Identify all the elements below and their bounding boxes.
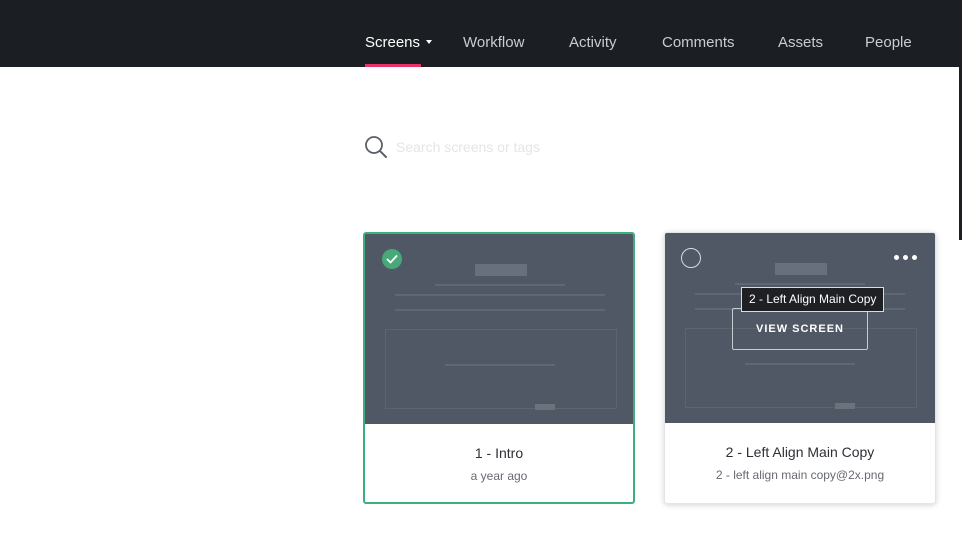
tab-assets[interactable]: Assets: [778, 34, 823, 51]
screen-name-tooltip: 2 - Left Align Main Copy: [741, 287, 885, 312]
screen-thumbnail[interactable]: [365, 234, 633, 424]
select-circle-icon[interactable]: [681, 248, 701, 268]
view-screen-button[interactable]: VIEW SCREEN: [732, 308, 868, 350]
tab-workflow[interactable]: Workflow: [463, 34, 524, 51]
thumbnail-logo: [475, 264, 527, 276]
search-icon[interactable]: [364, 135, 388, 159]
search-input[interactable]: [396, 136, 696, 158]
card-timestamp: a year ago: [470, 469, 528, 483]
card-title: 2 - Left Align Main Copy: [725, 444, 875, 460]
tab-screens-label: Screens: [365, 34, 421, 51]
screen-thumbnail[interactable]: VIEW SCREEN 2 - Left Align Main Copy: [665, 233, 935, 423]
tab-people[interactable]: People: [865, 34, 912, 51]
top-navigation-bar: Screens Workflow Activity Comments Asset…: [0, 0, 962, 67]
card-filename: 2 - left align main copy@2x.png: [715, 468, 885, 482]
tab-comments[interactable]: Comments: [662, 34, 735, 51]
caret-down-icon: [426, 40, 433, 44]
more-horizontal-icon[interactable]: [894, 255, 918, 261]
thumbnail-logo: [775, 263, 827, 275]
active-tab-indicator: [365, 64, 421, 67]
tab-screens[interactable]: Screens: [365, 34, 433, 51]
tab-activity[interactable]: Activity: [569, 34, 617, 51]
screen-card-intro[interactable]: 1 - Intro a year ago: [363, 232, 635, 504]
screen-card-left-align-main-copy[interactable]: VIEW SCREEN 2 - Left Align Main Copy 2 -…: [664, 232, 936, 504]
card-title: 1 - Intro: [474, 445, 524, 461]
check-circle-icon[interactable]: [382, 249, 402, 269]
